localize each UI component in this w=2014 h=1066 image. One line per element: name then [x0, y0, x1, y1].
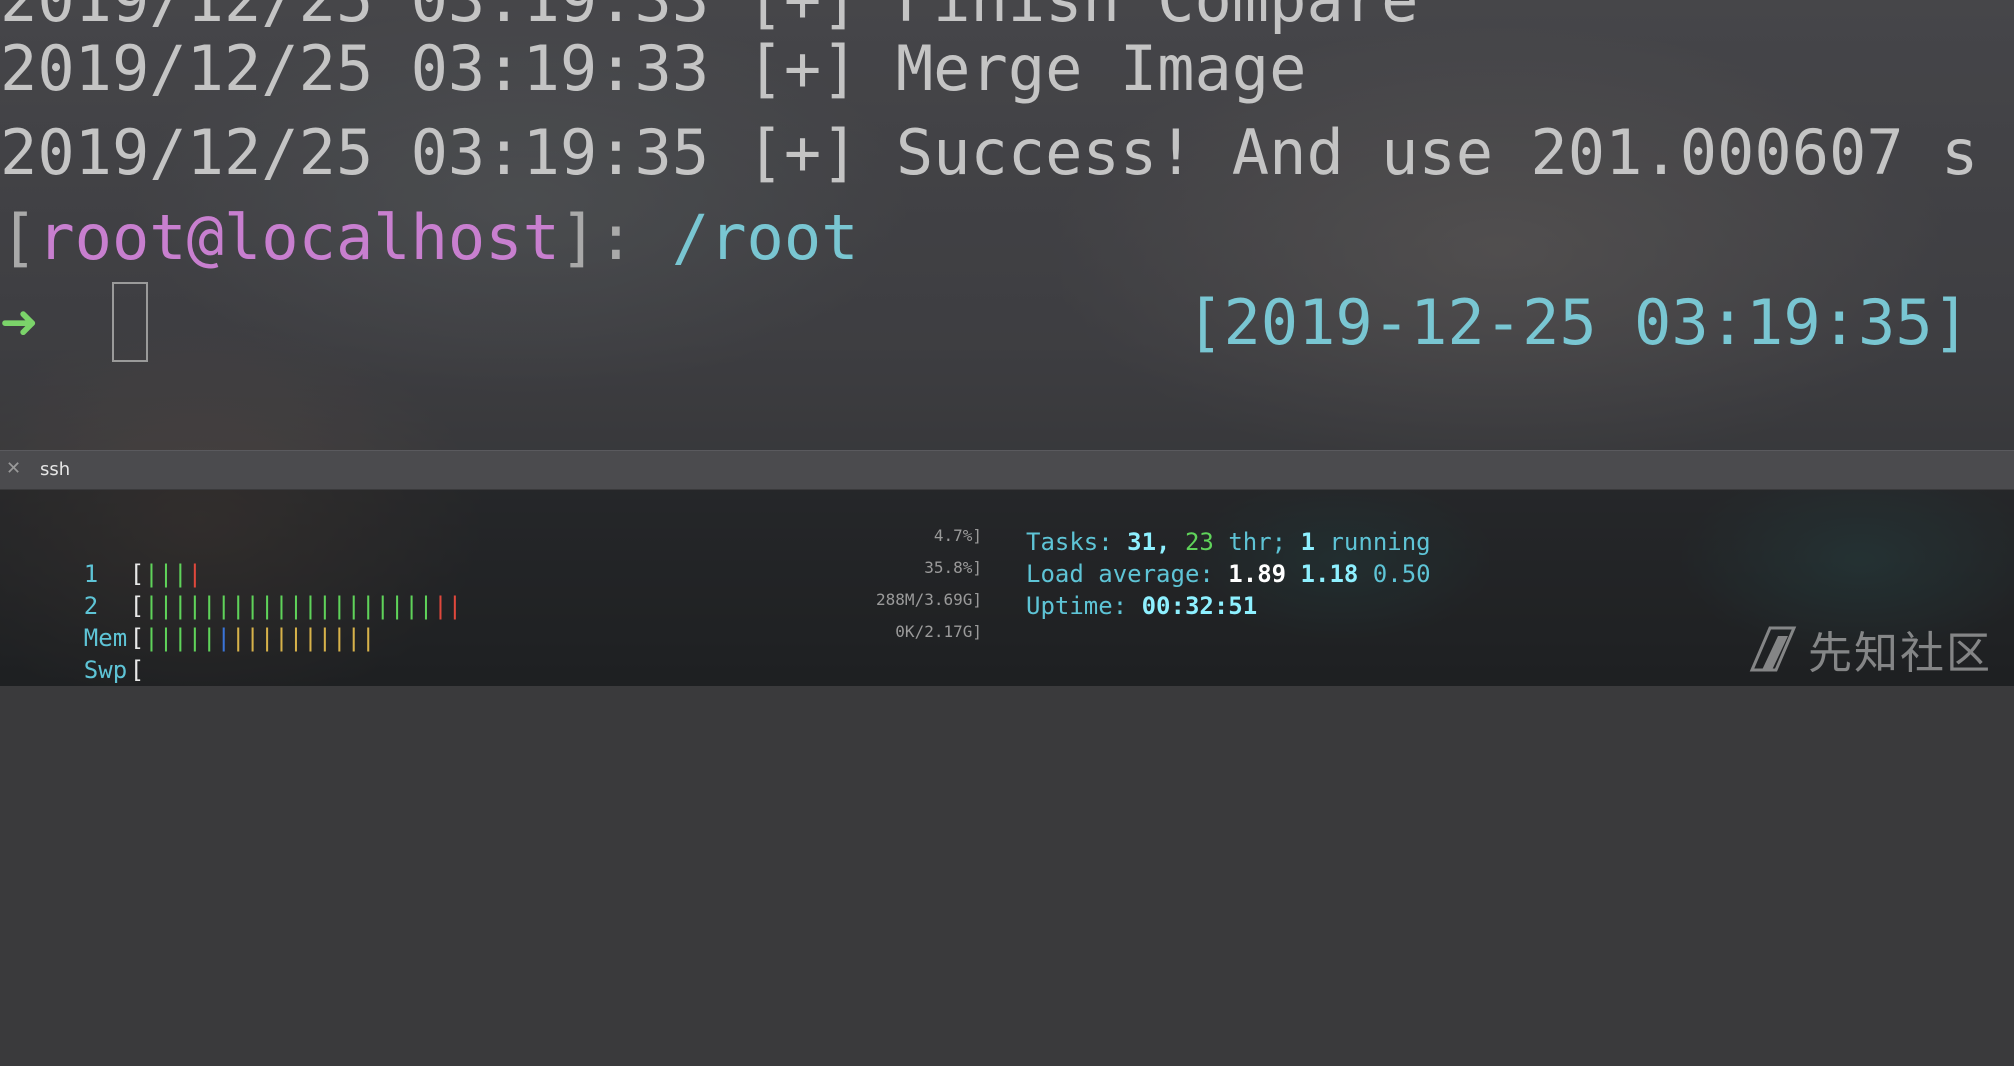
pane-tab-bar: ✕ ssh	[0, 450, 2014, 490]
prompt-user-host: root@localhost	[37, 201, 560, 274]
shell-prompt: [root@localhost]: /root	[0, 201, 859, 274]
prompt-right-timestamp: [2019-12-25 03:19:35]	[1186, 286, 1970, 359]
mem-meter: Mem [||||||||||||||||	[83, 624, 376, 652]
xianzhi-logo-icon	[1749, 626, 1797, 672]
watermark-text: 先知社区	[1808, 628, 1992, 679]
cpu-2-percent: 35.8%]	[924, 558, 982, 577]
close-icon[interactable]: ✕	[6, 460, 24, 478]
cpu-meter-2: 2 [||||||||||||||||||||||	[83, 592, 463, 620]
cpu-meter-1: 1 [||||	[83, 560, 203, 588]
log-line: 2019/12/25 03:19:35 [+] Success! And use…	[0, 116, 1979, 189]
load-average-stat: Load average: 1.89 1.18 0.50	[1026, 560, 1431, 588]
swap-meter: Swp[	[83, 656, 145, 684]
prompt-path: /root	[671, 201, 859, 274]
tasks-stat: Tasks: 31, 23 thr; 1 running	[1026, 528, 1431, 556]
mem-usage: 288M/3.69G]	[876, 590, 982, 609]
tab-ssh[interactable]: ssh	[40, 459, 70, 481]
htop-pane[interactable]: 1 [|||| 2 [|||||||||||||||||||||| Mem [||||…	[0, 490, 2014, 686]
meter-label: Swp	[83, 656, 128, 684]
log-line: 2019/12/25 03:19:33 [+] Merge Image	[0, 32, 1307, 105]
swap-usage: 0K/2.17G]	[895, 622, 982, 641]
watermark: 先知社区	[1748, 622, 1992, 679]
terminal-output-pane[interactable]: 2019/12/25 03:19:33 [+] Finish Compare 2…	[0, 0, 2014, 450]
prompt-arrow-icon: ➜	[0, 286, 38, 359]
uptime-stat: Uptime: 00:32:51	[1026, 592, 1258, 620]
terminal-cursor[interactable]	[112, 282, 148, 362]
cpu-1-percent: 4.7%]	[933, 526, 982, 545]
